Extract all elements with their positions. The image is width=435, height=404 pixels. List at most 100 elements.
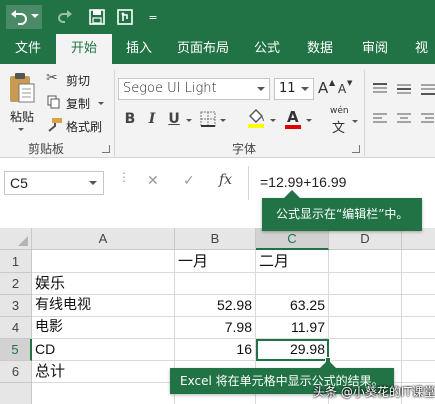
- cell-a4[interactable]: 电影: [32, 317, 175, 339]
- formula-bar-grip-icon[interactable]: ⋮: [118, 171, 130, 183]
- cell-a3[interactable]: 有线电视: [32, 295, 175, 317]
- column-header-d[interactable]: D: [329, 228, 402, 250]
- underline-button[interactable]: U: [166, 111, 182, 127]
- row-header-1[interactable]: 1: [0, 250, 32, 273]
- cell-d3[interactable]: [329, 295, 402, 317]
- tab-data[interactable]: 数据: [296, 34, 344, 64]
- touch-mode-button[interactable]: [114, 5, 136, 29]
- undo-button[interactable]: [6, 5, 42, 29]
- save-icon: [89, 9, 105, 25]
- italic-button[interactable]: I: [144, 111, 160, 127]
- formula-buttons: ✕ ✓ fx: [135, 171, 247, 195]
- tab-review[interactable]: 审阅: [352, 34, 398, 64]
- font-name-dropdown-icon: [257, 87, 265, 91]
- cell-a2[interactable]: 娱乐: [32, 273, 175, 295]
- tab-file[interactable]: 文件: [6, 34, 50, 64]
- tab-page-layout[interactable]: 页面布局: [168, 34, 238, 64]
- copy-button[interactable]: 复制: [46, 93, 108, 113]
- cancel-icon[interactable]: ✕: [147, 173, 159, 189]
- borders-button[interactable]: [200, 111, 230, 131]
- ribbon-tabs: 文件 开始 插入 页面布局 公式 数据 审阅 视: [0, 34, 435, 64]
- font-size-dropdown-icon: [301, 87, 309, 91]
- fill-color-button[interactable]: [246, 108, 280, 132]
- clipboard-dialog-launcher-icon[interactable]: [102, 145, 110, 153]
- cell-e2[interactable]: [402, 273, 435, 295]
- customize-quick-access-button[interactable]: =: [146, 5, 160, 29]
- font-name-select[interactable]: Segoe UI Light: [118, 78, 270, 100]
- grow-font-button[interactable]: A ▲: [318, 78, 336, 100]
- formula-input[interactable]: =12.99+16.99: [252, 171, 435, 195]
- phonetic-pinyin: wén: [330, 106, 349, 116]
- row-header-5[interactable]: 5: [0, 339, 32, 361]
- clipboard-group-label: 剪贴板: [28, 142, 65, 156]
- cell-b2[interactable]: [175, 273, 256, 295]
- cell-c2[interactable]: [256, 273, 329, 295]
- format-painter-button[interactable]: 格式刷: [46, 116, 108, 136]
- underline-dropdown-icon[interactable]: [186, 119, 192, 122]
- name-box[interactable]: C5: [4, 171, 104, 195]
- shrink-font-button[interactable]: A ▼: [338, 78, 356, 100]
- cell-d5[interactable]: [329, 339, 402, 361]
- column-header-c[interactable]: C: [256, 228, 329, 250]
- tab-insert[interactable]: 插入: [116, 34, 162, 64]
- row-header-4[interactable]: 4: [0, 317, 32, 339]
- cell-b4[interactable]: 7.98: [175, 317, 256, 339]
- align-top-icon[interactable]: [372, 82, 388, 96]
- select-all-corner[interactable]: [0, 228, 32, 250]
- font-size-select[interactable]: 11: [274, 78, 314, 100]
- copy-dropdown-icon[interactable]: [98, 102, 104, 105]
- cut-button[interactable]: ✂ 剪切: [46, 70, 106, 90]
- bold-button[interactable]: B: [122, 111, 138, 127]
- align-middle-icon[interactable]: [396, 82, 412, 96]
- cell-e4[interactable]: [402, 317, 435, 339]
- align-left-icon[interactable]: [372, 112, 388, 126]
- cell-c1[interactable]: 二月: [256, 250, 329, 273]
- align-bottom-icon[interactable]: [420, 82, 435, 96]
- align-right-icon[interactable]: [420, 112, 434, 126]
- tab-home[interactable]: 开始: [56, 34, 112, 64]
- cell-a6[interactable]: 总计: [32, 361, 175, 383]
- row-header-7[interactable]: [0, 383, 32, 404]
- column-header-b[interactable]: B: [175, 228, 256, 250]
- row-header-6[interactable]: 6: [0, 361, 32, 383]
- cell-c4[interactable]: 11.97: [256, 317, 329, 339]
- watermark: 头条 @小葵花的IT课堂: [313, 385, 435, 399]
- save-button[interactable]: [86, 5, 108, 29]
- cell-b5[interactable]: 16: [175, 339, 256, 361]
- cell-a7[interactable]: [32, 383, 175, 404]
- tab-formulas[interactable]: 公式: [244, 34, 290, 64]
- column-header-e[interactable]: [402, 228, 435, 250]
- paste-dropdown-icon[interactable]: [18, 128, 24, 131]
- cell-b1[interactable]: 一月: [175, 250, 256, 273]
- cell-d4[interactable]: [329, 317, 402, 339]
- cell-c3[interactable]: 63.25: [256, 295, 329, 317]
- font-color-button[interactable]: A: [284, 108, 318, 132]
- tab-view[interactable]: 视: [408, 34, 435, 64]
- cell-d1[interactable]: [329, 250, 402, 273]
- align-center-icon[interactable]: [396, 112, 412, 126]
- cell-a5[interactable]: CD: [32, 339, 175, 361]
- cell-e1[interactable]: [402, 250, 435, 273]
- cell-b3[interactable]: 52.98: [175, 295, 256, 317]
- phonetic-guide-button[interactable]: wén 文: [326, 106, 360, 136]
- font-dialog-launcher-icon[interactable]: [352, 145, 360, 153]
- formula-bar-divider: [248, 166, 249, 200]
- undo-dropdown-icon[interactable]: [31, 14, 39, 18]
- cell-e5[interactable]: [402, 339, 435, 361]
- cell-a1[interactable]: [32, 250, 175, 273]
- column-header-a[interactable]: A: [32, 228, 175, 250]
- cell-e6[interactable]: [402, 361, 435, 383]
- cell-d2[interactable]: [329, 273, 402, 295]
- fill-color-icon: [248, 109, 264, 128]
- select-all-icon: [18, 236, 28, 246]
- font-group-label: 字体: [232, 142, 257, 156]
- format-painter-icon: [48, 118, 62, 132]
- paste-button[interactable]: 粘贴: [6, 70, 38, 132]
- redo-button[interactable]: [50, 5, 80, 29]
- enter-icon[interactable]: ✓: [183, 173, 195, 189]
- row-header-3[interactable]: 3: [0, 295, 32, 317]
- insert-function-icon[interactable]: fx: [219, 172, 232, 188]
- cell-e3[interactable]: [402, 295, 435, 317]
- row-header-2[interactable]: 2: [0, 273, 32, 295]
- font-color-icon: A: [287, 108, 299, 126]
